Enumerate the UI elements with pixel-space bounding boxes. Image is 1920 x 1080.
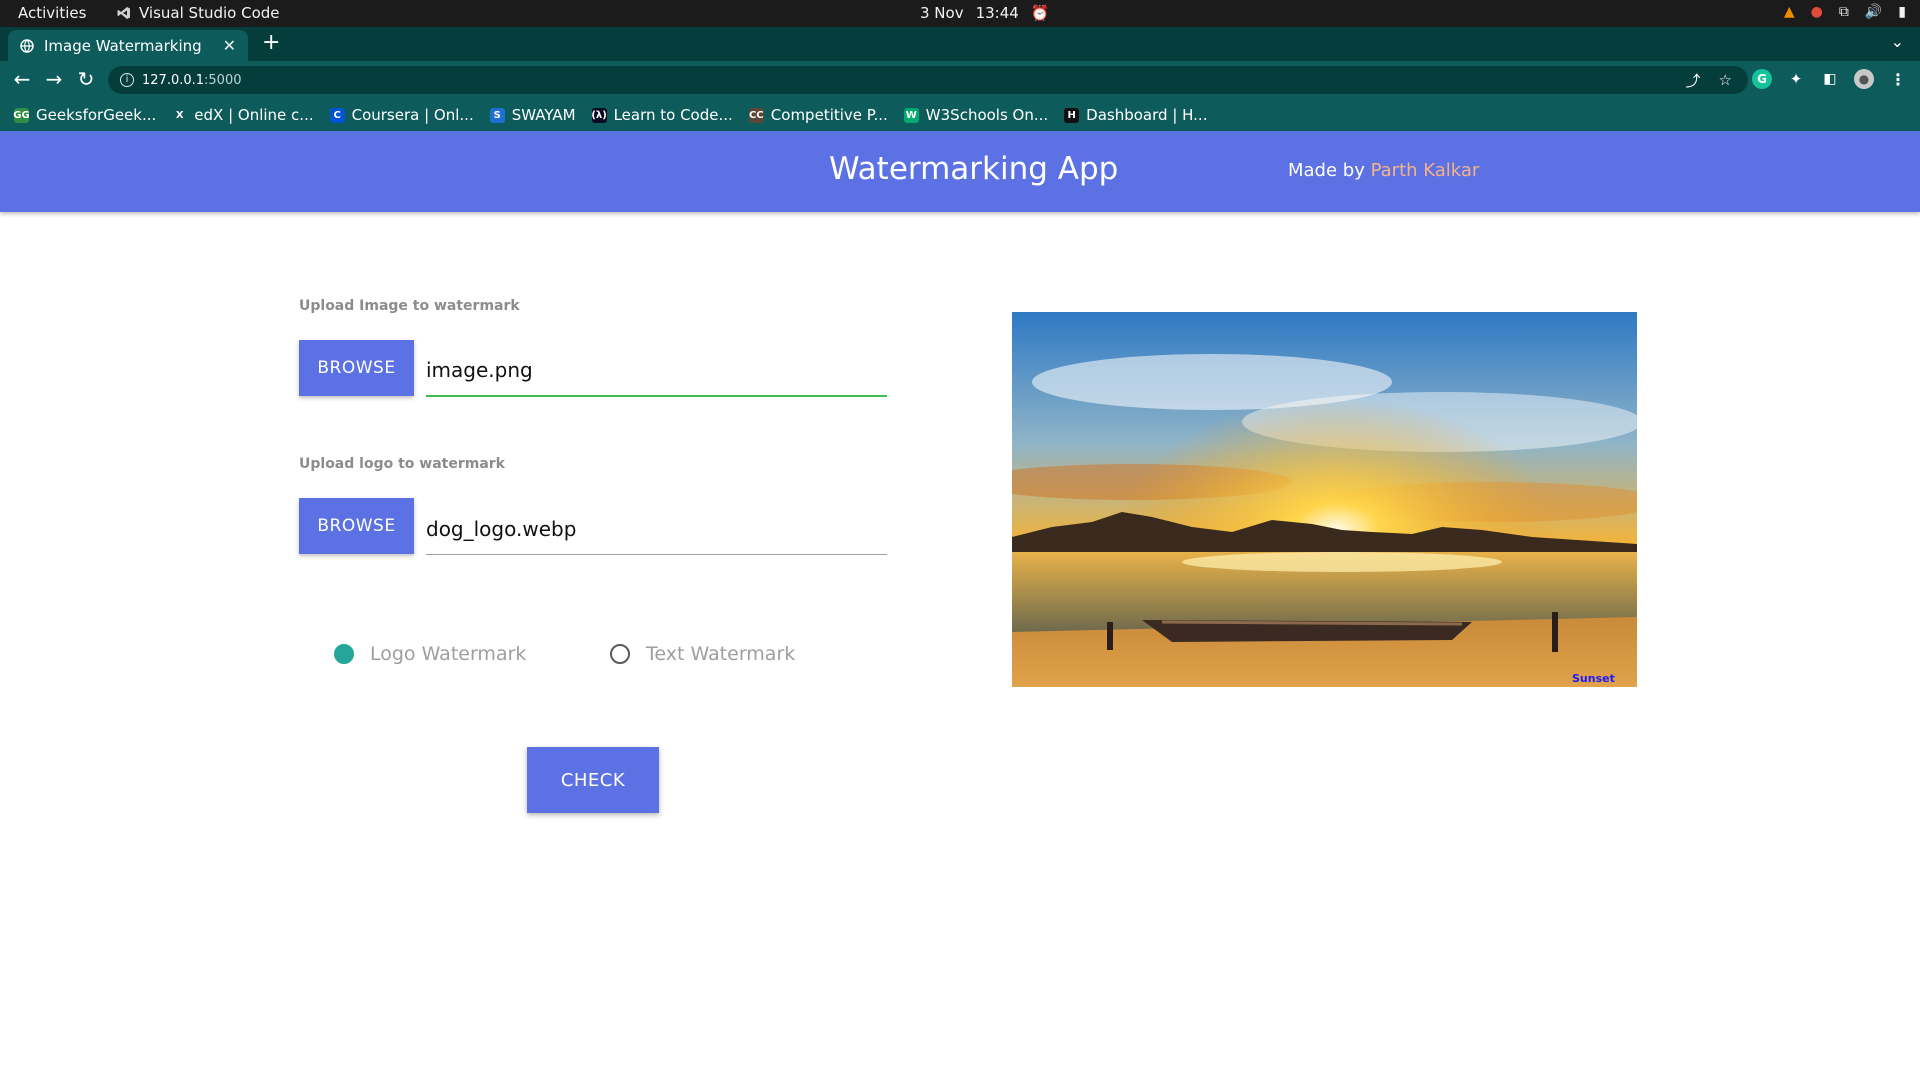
- swayam-icon: S: [489, 107, 505, 123]
- address-bar[interactable]: i 127.0.0.1 :5000 ⤴ ☆: [108, 66, 1748, 94]
- made-by-credit: Made by Parth Kalkar: [1288, 160, 1479, 181]
- bookmarks-bar: GG GeeksforGeek... XedX | Online c... C Cour…: [0, 99, 1920, 131]
- tab-strip: Image Watermarking ✕: [0, 27, 1920, 61]
- logo-upload-label: Upload logo to watermark: [299, 456, 505, 472]
- tab-image-watermarking[interactable]: Image Watermarking ✕: [8, 30, 248, 61]
- share-icon[interactable]: ⤴: [1686, 70, 1701, 91]
- bookmark-item[interactable]: XedX | Online c...: [172, 106, 314, 124]
- bookmark-label: Learn to Code...: [613, 106, 733, 124]
- image-upload-label: Upload Image to watermark: [299, 298, 520, 314]
- side-panel-icon[interactable]: ◧: [1820, 69, 1840, 89]
- network-icon: ⧉: [1838, 4, 1849, 20]
- watermark-text: Sunset: [1572, 672, 1615, 685]
- bookmark-item[interactable]: (λ) Learn to Code...: [591, 106, 733, 124]
- radio-logo-label: Logo Watermark: [370, 643, 527, 665]
- freecodecamp-icon: (λ): [591, 107, 607, 123]
- activities-button[interactable]: Activities: [18, 4, 86, 22]
- radio-unchecked-icon[interactable]: [610, 644, 630, 664]
- author-link[interactable]: Parth Kalkar: [1371, 160, 1480, 181]
- watermarked-preview-image: Sunset: [1012, 312, 1637, 687]
- new-tab-button[interactable]: +: [262, 32, 280, 54]
- profile-avatar[interactable]: ●: [1854, 69, 1874, 89]
- os-top-bar: Activities Visual Studio Code 3 Nov 13:4…: [0, 0, 1920, 27]
- forward-icon[interactable]: →: [42, 67, 66, 91]
- sunset-boat-image: Sunset: [1012, 312, 1637, 687]
- clock[interactable]: 3 Nov 13:44 ⏰: [920, 4, 1050, 22]
- back-icon[interactable]: ←: [10, 67, 34, 91]
- chrome-icon: ●: [1810, 4, 1823, 20]
- battery-icon: ▮: [1898, 4, 1906, 20]
- extensions-puzzle-icon[interactable]: ✦: [1786, 69, 1806, 89]
- bookmark-item[interactable]: CC Competitive P...: [748, 106, 888, 124]
- radio-logo-watermark[interactable]: Logo Watermark: [334, 643, 526, 665]
- bookmark-item[interactable]: S SWAYAM: [489, 106, 576, 124]
- bookmark-label: edX | Online c...: [194, 106, 314, 124]
- coursera-icon: C: [329, 107, 345, 123]
- bookmark-label: GeeksforGeek...: [36, 106, 157, 124]
- url-host: 127.0.0.1: [142, 72, 205, 88]
- bookmark-item[interactable]: C Coursera | Onl...: [329, 106, 474, 124]
- app-header: Watermarking App Made by Parth Kalkar: [0, 131, 1920, 212]
- bookmark-label: SWAYAM: [511, 106, 576, 124]
- codechef-icon: CC: [748, 107, 764, 123]
- system-tray[interactable]: ▲ ● ⧉ 🔊 ▮: [1784, 4, 1906, 20]
- logo-file-path-input[interactable]: dog_logo.webp: [426, 503, 887, 555]
- made-by-prefix: Made by: [1288, 160, 1371, 181]
- globe-icon: [20, 38, 34, 53]
- close-icon[interactable]: ✕: [223, 36, 236, 55]
- app-name: Visual Studio Code: [139, 4, 280, 22]
- vscode-icon: [117, 7, 130, 19]
- radio-text-watermark[interactable]: Text Watermark: [610, 643, 795, 665]
- bookmark-item[interactable]: W W3Schools On...: [903, 106, 1049, 124]
- vlc-icon: ▲: [1783, 4, 1795, 20]
- browse-logo-button[interactable]: BROWSE: [299, 498, 414, 554]
- tab-title: Image Watermarking: [44, 36, 202, 55]
- hackerrank-icon: H: [1064, 107, 1080, 123]
- url-port: :5000: [204, 72, 242, 88]
- browser-toolbar: ← → ↻ i 127.0.0.1 :5000 ⤴ ☆ G ✦ ◧ ● ⋮: [0, 61, 1920, 99]
- w3schools-icon: W: [903, 107, 919, 123]
- info-icon[interactable]: i: [120, 73, 134, 87]
- reload-icon[interactable]: ↻: [74, 67, 98, 91]
- bookmark-label: Dashboard | H...: [1086, 106, 1208, 124]
- radio-checked-icon[interactable]: [334, 644, 354, 664]
- browse-image-button[interactable]: BROWSE: [299, 340, 414, 396]
- volume-icon: 🔊: [1864, 4, 1883, 20]
- edx-icon: X: [172, 107, 188, 123]
- menu-dots-icon[interactable]: ⋮: [1888, 69, 1908, 89]
- image-file-path-input[interactable]: image.png: [426, 345, 887, 397]
- bookmark-label: Coursera | Onl...: [351, 106, 474, 124]
- bookmark-label: Competitive P...: [770, 106, 888, 124]
- bookmark-item[interactable]: GG GeeksforGeek...: [13, 106, 157, 124]
- grammarly-icon[interactable]: G: [1752, 69, 1772, 89]
- chevron-down-icon[interactable]: ⌄: [1891, 32, 1904, 51]
- check-button[interactable]: CHECK: [527, 747, 659, 813]
- bookmark-star-icon[interactable]: ☆: [1719, 71, 1732, 89]
- alarm-icon: ⏰: [1030, 4, 1050, 22]
- app-menu[interactable]: Visual Studio Code: [117, 4, 280, 22]
- time-text: 13:44: [975, 4, 1019, 22]
- page-title: Watermarking App: [829, 151, 1119, 187]
- date-text: 3 Nov: [920, 4, 964, 22]
- bookmark-item[interactable]: H Dashboard | H...: [1064, 106, 1207, 124]
- bookmark-label: W3Schools On...: [925, 106, 1049, 124]
- gfg-icon: GG: [13, 107, 30, 123]
- radio-text-label: Text Watermark: [646, 643, 796, 665]
